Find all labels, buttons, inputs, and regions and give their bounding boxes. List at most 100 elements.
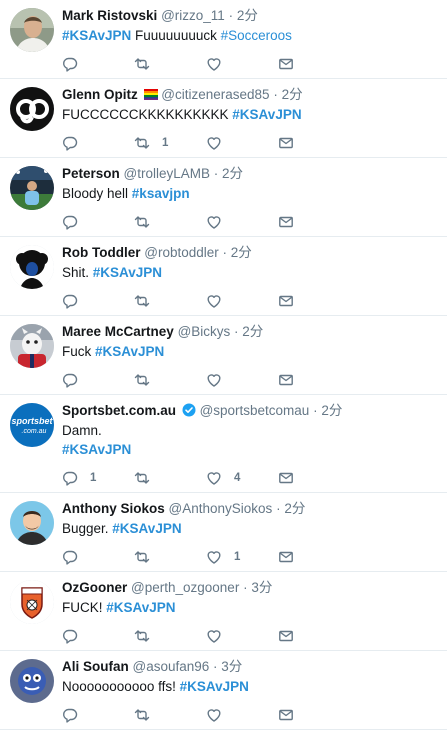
timestamp[interactable]: 2分 — [237, 8, 258, 23]
reply-button[interactable] — [62, 214, 134, 230]
like-button[interactable] — [206, 628, 278, 644]
retweet-button[interactable] — [134, 214, 206, 230]
hashtag-link[interactable]: #KSAvJPN — [112, 521, 181, 536]
tweet[interactable]: OzGooner @perth_ozgooner · 3分 FUCK! #KSA… — [0, 572, 447, 651]
reply-button[interactable] — [62, 372, 134, 388]
display-name[interactable]: Glenn Opitz — [62, 87, 138, 102]
tweet-text-segment: FUCK! — [62, 600, 107, 615]
tweet-text: Nooooooooooo ffs! #KSAvJPN — [62, 677, 437, 696]
hashtag-link[interactable]: #KSAvJPN — [232, 107, 301, 122]
tweet-text: Damn. #KSAvJPN — [62, 421, 437, 459]
sportsbet-logo-avatar[interactable]: sportsbet .com.au — [10, 403, 54, 447]
reply-button[interactable] — [62, 293, 134, 309]
direct-message-button[interactable] — [278, 707, 350, 723]
hashtag-link[interactable]: #KSAvJPN — [106, 600, 175, 615]
user-handle[interactable]: @AnthonySiokos — [169, 501, 273, 516]
timestamp[interactable]: 2分 — [284, 501, 305, 516]
hashtag-link[interactable]: #Socceroos — [221, 28, 292, 43]
display-name[interactable]: Rob Toddler — [62, 245, 141, 260]
timestamp[interactable]: 2分 — [242, 324, 263, 339]
direct-message-button[interactable] — [278, 56, 350, 72]
like-button[interactable] — [206, 135, 278, 151]
man-photo-avatar[interactable] — [10, 8, 54, 52]
timestamp[interactable]: 2分 — [321, 403, 342, 418]
crest-avatar[interactable] — [10, 580, 54, 624]
user-handle[interactable]: @Bickys — [178, 324, 231, 339]
user-handle[interactable]: @asoufan96 — [133, 659, 210, 674]
retweet-button[interactable] — [134, 628, 206, 644]
display-name[interactable]: Ali Soufan — [62, 659, 129, 674]
user-handle[interactable]: @perth_ozgooner — [131, 580, 239, 595]
reply-button[interactable] — [62, 549, 134, 565]
user-handle[interactable]: @sportsbetcomau — [200, 403, 310, 418]
display-name[interactable]: OzGooner — [62, 580, 127, 595]
afro-silhouette-avatar[interactable] — [10, 245, 54, 289]
direct-message-button[interactable] — [278, 214, 350, 230]
tweet[interactable]: Rob Toddler @robtoddler · 2分 Shit. #KSAv… — [0, 237, 447, 316]
display-name[interactable]: Maree McCartney — [62, 324, 174, 339]
reply-button[interactable] — [62, 135, 134, 151]
like-button[interactable] — [206, 56, 278, 72]
like-button[interactable] — [206, 372, 278, 388]
hashtag-link[interactable]: #KSAvJPN — [180, 679, 249, 694]
hashtag-link[interactable]: #KSAvJPN — [62, 28, 131, 43]
display-name[interactable]: Peterson — [62, 166, 120, 181]
tweet-text-segment: Fuuuuuuuuck — [131, 28, 221, 43]
timestamp[interactable]: 3分 — [221, 659, 242, 674]
like-button[interactable] — [206, 293, 278, 309]
direct-message-button[interactable] — [278, 628, 350, 644]
stadium-photo-avatar[interactable] — [10, 166, 54, 210]
display-name[interactable]: Sportsbet.com.au — [62, 403, 176, 418]
retweet-button[interactable] — [134, 470, 206, 486]
hashtag-link[interactable]: #KSAvJPN — [62, 442, 131, 457]
hashtag-link[interactable]: #KSAvJPN — [95, 344, 164, 359]
retweet-button[interactable] — [134, 293, 206, 309]
direct-message-button[interactable] — [278, 293, 350, 309]
display-name[interactable]: Mark Ristovski — [62, 8, 157, 23]
user-handle[interactable]: @citizenerased85 — [161, 87, 269, 102]
go-logo-avatar[interactable] — [10, 87, 54, 131]
retweet-icon — [134, 470, 150, 486]
reply-button[interactable] — [62, 707, 134, 723]
retweet-button[interactable] — [134, 372, 206, 388]
user-handle[interactable]: @trolleyLAMB — [124, 166, 210, 181]
tweet[interactable]: Ali Soufan @asoufan96 · 3分 Nooooooooooo … — [0, 651, 447, 730]
blue-face-photo-avatar[interactable] — [10, 659, 54, 703]
like-button[interactable] — [206, 214, 278, 230]
like-button[interactable] — [206, 707, 278, 723]
tweet-text-segment: Fuck — [62, 344, 96, 359]
hashtag-link[interactable]: #KSAvJPN — [93, 265, 162, 280]
like-button[interactable]: 4 — [206, 470, 278, 486]
retweet-icon — [134, 214, 150, 230]
timestamp[interactable]: 2分 — [222, 166, 243, 181]
retweet-button[interactable]: 1 — [134, 135, 206, 151]
reply-button[interactable]: 1 — [62, 470, 134, 486]
hashtag-link[interactable]: #ksavjpn — [132, 186, 190, 201]
reply-button[interactable] — [62, 628, 134, 644]
direct-message-button[interactable] — [278, 372, 350, 388]
tweet[interactable]: Mark Ristovski @rizzo_11 · 2分 #KSAvJPN F… — [0, 0, 447, 79]
tweet[interactable]: Maree McCartney @Bickys · 2分 Fuck #KSAvJ… — [0, 316, 447, 395]
user-handle[interactable]: @robtoddler — [144, 245, 219, 260]
tweet-actions — [62, 366, 437, 394]
tweet[interactable]: Anthony Siokos @AnthonySiokos · 2分 Bugge… — [0, 493, 447, 572]
timestamp[interactable]: 2分 — [231, 245, 252, 260]
tweet-header: Rob Toddler @robtoddler · 2分 — [62, 244, 437, 262]
retweet-button[interactable] — [134, 549, 206, 565]
retweet-button[interactable] — [134, 707, 206, 723]
user-handle[interactable]: @rizzo_11 — [161, 8, 225, 23]
mascot-photo-avatar[interactable] — [10, 324, 54, 368]
like-button[interactable]: 1 — [206, 549, 278, 565]
display-name[interactable]: Anthony Siokos — [62, 501, 165, 516]
tweet[interactable]: Peterson @trolleyLAMB · 2分 Bloody hell #… — [0, 158, 447, 237]
direct-message-button[interactable] — [278, 470, 350, 486]
timestamp[interactable]: 2分 — [282, 87, 303, 102]
retweet-button[interactable] — [134, 56, 206, 72]
direct-message-button[interactable] — [278, 549, 350, 565]
direct-message-button[interactable] — [278, 135, 350, 151]
tweet[interactable]: sportsbet .com.au Sportsbet.com.au @sport… — [0, 395, 447, 493]
cartoon-man-avatar[interactable] — [10, 501, 54, 545]
reply-button[interactable] — [62, 56, 134, 72]
tweet[interactable]: Glenn Opitz @citizenerased85 · 2分 FUCCCC… — [0, 79, 447, 158]
timestamp[interactable]: 3分 — [251, 580, 272, 595]
